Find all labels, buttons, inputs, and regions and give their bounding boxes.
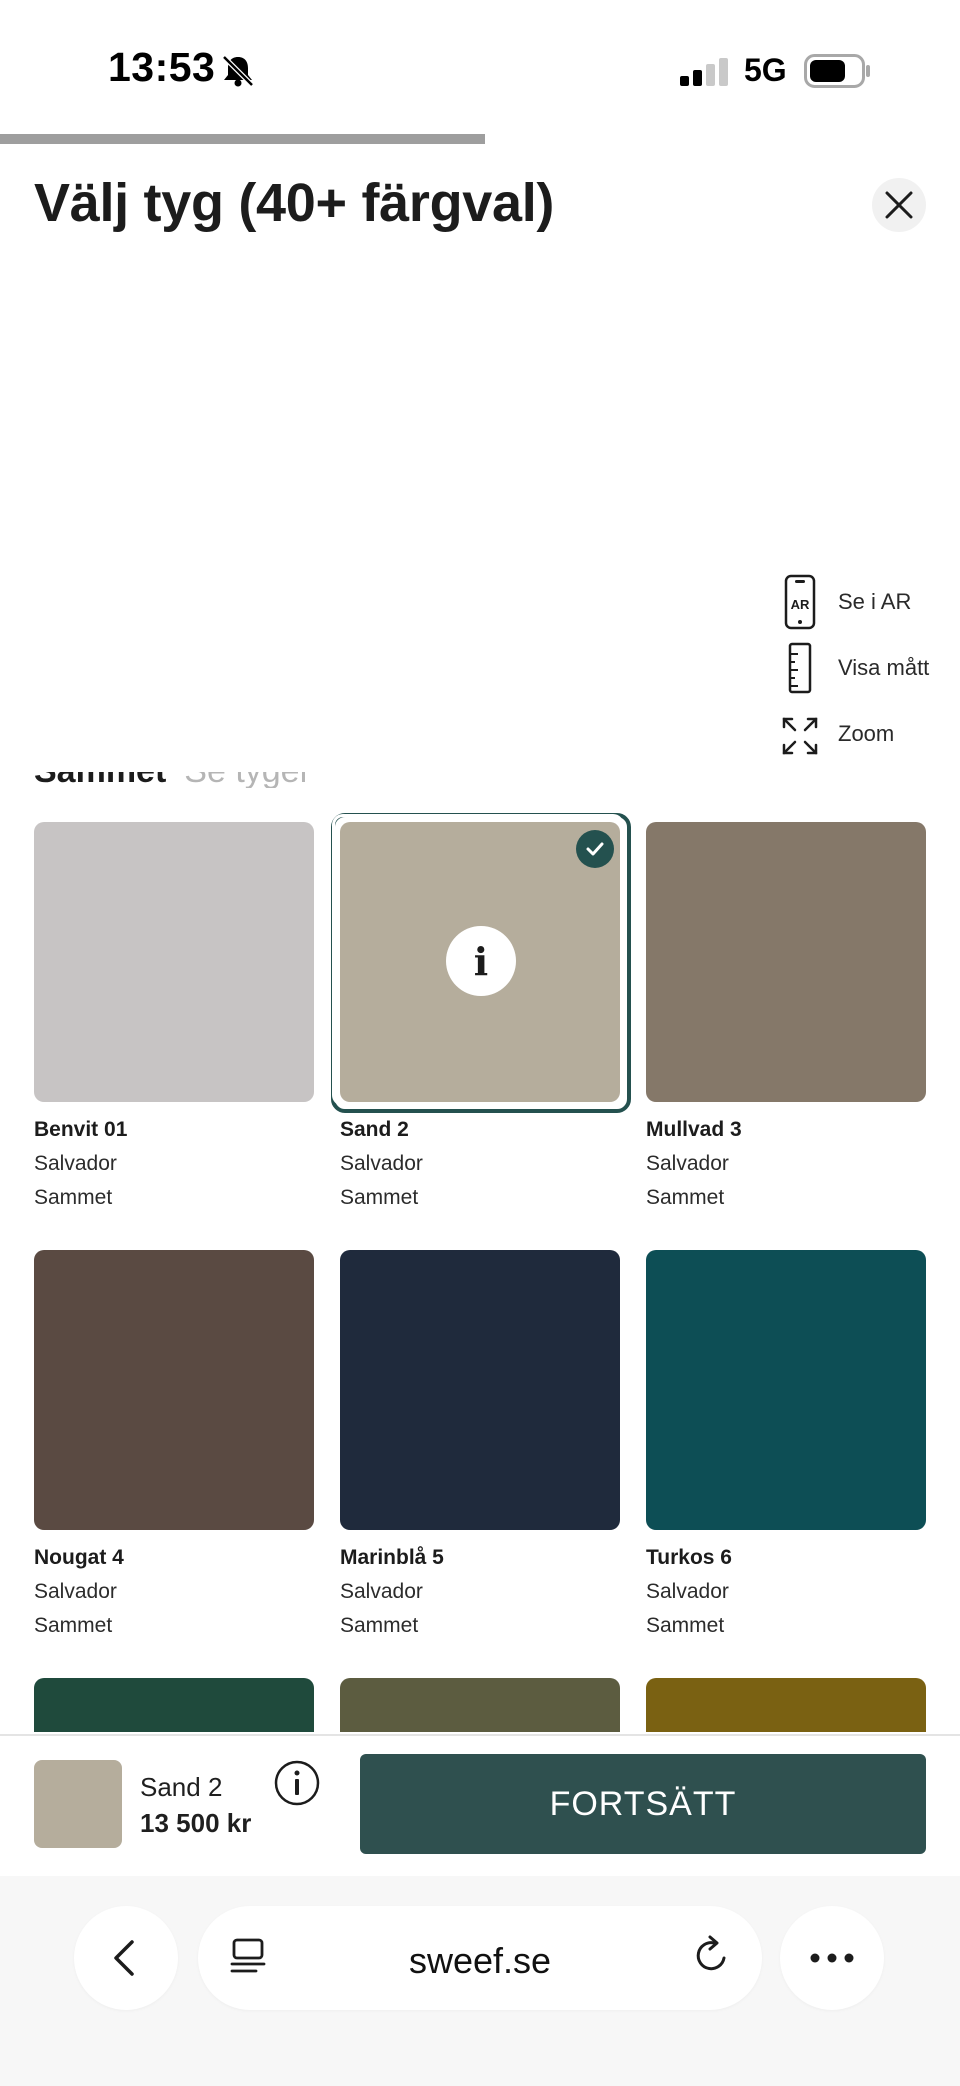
svg-text:AR: AR [791, 597, 810, 612]
fabric-swatch[interactable] [34, 1678, 314, 1732]
fabric-info-button[interactable]: i [446, 926, 516, 996]
tool-label-zoom: Zoom [838, 721, 895, 746]
fabric-material: Sammet [646, 1614, 725, 1637]
fabric-swatch[interactable] [340, 1678, 620, 1732]
fabric-swatch[interactable] [34, 1250, 314, 1530]
expand-icon [782, 717, 818, 755]
battery-icon [804, 54, 870, 88]
section-heading: Sammet Se tyger [34, 772, 534, 788]
see-fabrics-link[interactable]: Se tyger [184, 772, 311, 788]
ar-phone-icon: AR [784, 574, 816, 630]
fabric-name: Nougat 4 [34, 1546, 124, 1569]
fabric-collection: Salvador [340, 1580, 423, 1603]
ruler-icon [788, 642, 812, 694]
selected-fabric-thumbnail [34, 1760, 122, 1848]
page-title: Välj tyg (40+ färgval) [34, 173, 555, 233]
fabric-collection: Salvador [646, 1580, 729, 1603]
info-icon: i [473, 938, 489, 984]
more-button[interactable] [780, 1906, 884, 2010]
reload-icon[interactable] [690, 1934, 734, 1978]
fabric-name: Turkos 6 [646, 1546, 732, 1569]
fabric-material: Sammet [34, 1186, 113, 1209]
selected-price: 13 500 kr [140, 1808, 252, 1838]
view-in-ar-button[interactable]: AR Se i AR [780, 574, 911, 630]
signal-icon [680, 58, 728, 86]
fabric-swatch[interactable] [646, 1678, 926, 1732]
continue-button[interactable]: FORTSÄTT [360, 1754, 926, 1854]
fabric-swatch[interactable] [34, 822, 314, 1102]
fabric-name: Mullvad 3 [646, 1118, 742, 1141]
fabric-material: Sammet [340, 1186, 419, 1209]
close-icon [885, 191, 913, 219]
fabric-name: Sand 2 [340, 1118, 409, 1141]
fabric-material: Sammet [646, 1186, 725, 1209]
bell-slash-icon [222, 55, 254, 87]
fabric-collection: Salvador [340, 1152, 423, 1175]
status-time: 13:53 [108, 44, 216, 90]
show-dimensions-button[interactable]: Visa mått [780, 640, 929, 696]
back-button[interactable] [74, 1906, 178, 2010]
address-bar[interactable]: sweef.se [198, 1906, 762, 2010]
tool-label-dimensions: Visa mått [838, 655, 930, 680]
fabric-material: Sammet [340, 1614, 419, 1637]
fabric-name: Marinblå 5 [340, 1546, 444, 1569]
close-button[interactable] [872, 178, 926, 232]
url-text: sweef.se [408, 1940, 552, 1981]
fabric-swatch[interactable] [340, 1250, 620, 1530]
fabric-name: Benvit 01 [34, 1118, 128, 1141]
zoom-button[interactable]: Zoom [780, 706, 894, 762]
fabric-collection: Salvador [646, 1152, 729, 1175]
tool-label-ar: Se i AR [838, 589, 912, 614]
fabric-collection: Salvador [34, 1152, 117, 1175]
fabric-grid: Benvit 01 Salvador Sammet i Sand 2 Salvador Sa… [0, 812, 960, 1732]
fabric-swatch[interactable] [646, 822, 926, 1102]
progress-bar [0, 134, 485, 144]
checkmark-icon [576, 830, 614, 868]
section-name: Sammet [34, 772, 166, 788]
fabric-collection: Salvador [34, 1580, 117, 1603]
chevron-left-icon [114, 1940, 134, 1976]
fabric-material: Sammet [34, 1614, 113, 1637]
info-icon[interactable] [274, 1760, 320, 1806]
fabric-swatch[interactable] [646, 1250, 926, 1530]
more-icon [810, 1953, 854, 1963]
selected-fabric-name: Sand 2 [140, 1772, 223, 1802]
network-type: 5G [744, 52, 787, 88]
